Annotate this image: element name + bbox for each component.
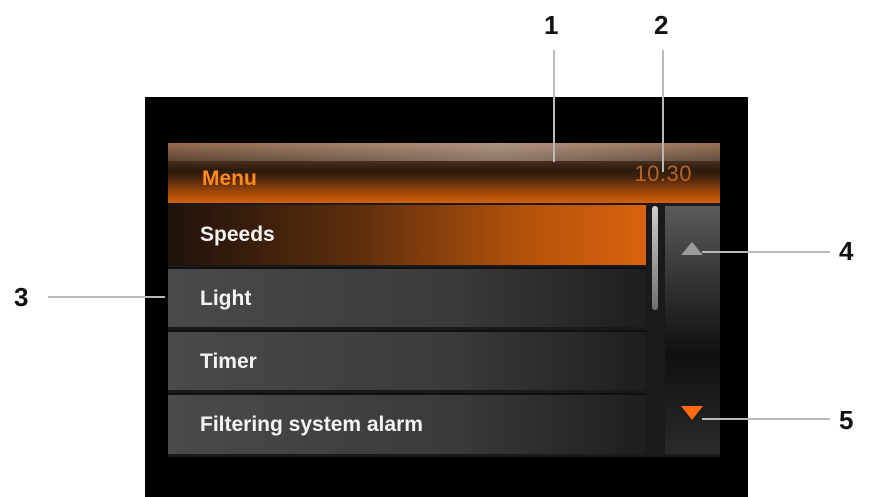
scrollbar-thumb[interactable] (652, 206, 658, 310)
menu-header: Menu 10:30 (168, 143, 720, 203)
callout-number-2: 2 (654, 10, 669, 40)
menu-title: Menu (202, 167, 257, 190)
triangle-up-icon (681, 241, 703, 255)
callout-number-5: 5 (839, 405, 854, 435)
menu-item-speeds[interactable]: Speeds (168, 205, 646, 265)
callout-line-2 (662, 50, 664, 172)
scroll-up-button[interactable] (674, 233, 710, 263)
menu-item-light[interactable]: Light (168, 267, 646, 327)
header-shine (168, 143, 720, 161)
callout-number-4: 4 (839, 236, 854, 266)
menu-item-filtering-system-alarm[interactable]: Filtering system alarm (168, 393, 646, 454)
callout-number-1: 1 (544, 10, 559, 40)
scroll-down-button[interactable] (674, 398, 710, 428)
menu-item-label: Timer (200, 350, 257, 373)
menu-item-label: Speeds (200, 223, 275, 246)
callout-line-1 (553, 50, 555, 162)
menu-item-label: Filtering system alarm (200, 413, 423, 436)
callout-line-4 (702, 251, 830, 253)
callout-line-3 (48, 296, 165, 298)
menu-item-timer[interactable]: Timer (168, 330, 646, 390)
triangle-down-icon (681, 406, 703, 420)
callout-line-5 (702, 418, 830, 420)
menu-item-label: Light (200, 287, 252, 310)
callout-number-3: 3 (14, 282, 29, 312)
